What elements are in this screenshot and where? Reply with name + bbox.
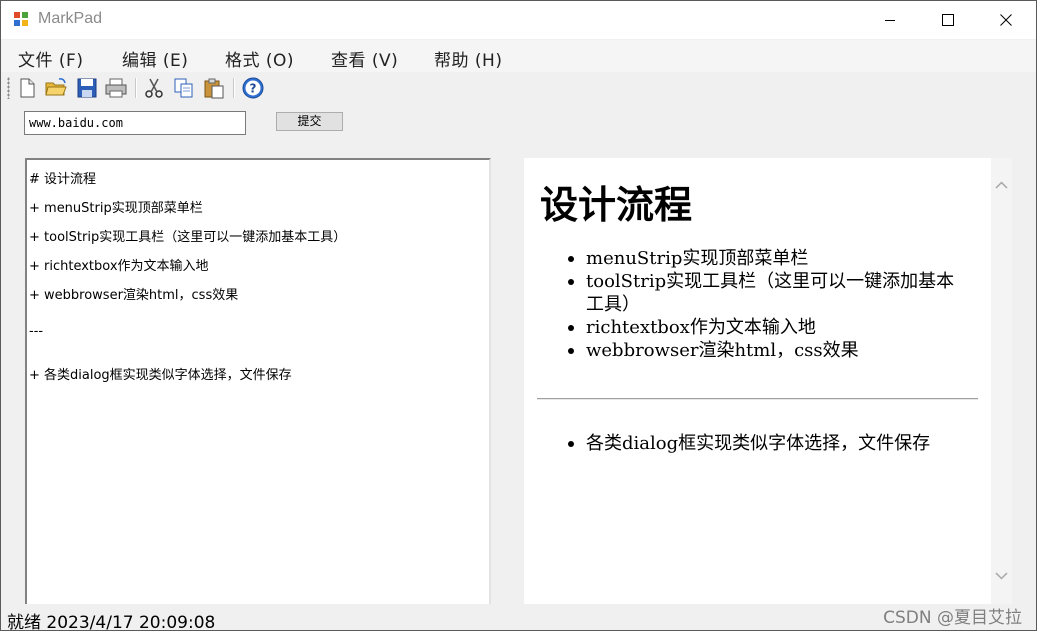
list-item: menuStrip实现顶部菜单栏 — [524, 247, 969, 270]
menu-edit[interactable]: 编辑 (E) — [122, 46, 188, 71]
cut-icon[interactable] — [142, 76, 166, 100]
copy-icon[interactable] — [172, 76, 196, 100]
svg-text:?: ? — [250, 82, 257, 96]
minimize-icon — [885, 20, 895, 21]
preview-scrollbar[interactable] — [991, 158, 1012, 604]
menu-view[interactable]: 查看 (V) — [331, 46, 398, 71]
preview-heading: 设计流程 — [540, 182, 693, 227]
save-icon[interactable] — [75, 76, 99, 100]
editor-line: + menuStrip实现顶部菜单栏 — [29, 201, 203, 216]
maximize-button[interactable] — [919, 1, 977, 39]
list-item: richtextbox作为文本输入地 — [524, 316, 969, 339]
horizontal-rule — [537, 398, 978, 400]
status-text: 就绪 2023/4/17 20:09:08 — [7, 613, 216, 631]
help-icon[interactable]: ? — [241, 76, 265, 100]
title-bar[interactable]: MarkPad — [1, 1, 1036, 39]
editor-line: + toolStrip实现工具栏（这里可以一键添加基本工具） — [29, 230, 347, 245]
status-bar: 就绪 2023/4/17 20:09:08 — [1, 606, 1036, 630]
menu-file[interactable]: 文件 (F) — [18, 46, 83, 71]
scroll-up-icon[interactable] — [994, 178, 1009, 193]
editor-line: --- — [29, 324, 44, 339]
list-item: webbrowser渲染html，css效果 — [524, 339, 969, 362]
new-file-icon[interactable] — [15, 76, 39, 100]
close-icon — [1000, 14, 1012, 26]
toolbar-separator — [135, 78, 137, 98]
open-folder-icon[interactable] — [44, 76, 68, 100]
preview-list: menuStrip实现顶部菜单栏 toolStrip实现工具栏（这里可以一键添加… — [524, 247, 969, 362]
print-icon[interactable] — [104, 76, 128, 100]
scroll-down-icon[interactable] — [994, 568, 1009, 583]
list-item: 各类dialog框实现类似字体选择，文件保存 — [524, 432, 969, 455]
close-button[interactable] — [977, 1, 1035, 39]
paste-icon[interactable] — [202, 76, 226, 100]
markdown-editor[interactable]: # 设计流程 + menuStrip实现顶部菜单栏 + toolStrip实现工… — [25, 158, 491, 604]
watermark: CSDN @夏目艾拉 — [883, 608, 1022, 628]
menu-bar: 文件 (F) 编辑 (E) 格式 (O) 查看 (V) 帮助 (H) — [1, 40, 1036, 72]
window-title: MarkPad — [38, 10, 103, 27]
toolbar: ? — [1, 72, 1036, 104]
editor-line: + richtextbox作为文本输入地 — [29, 259, 209, 274]
list-item: toolStrip实现工具栏（这里可以一键添加基本工具） — [524, 270, 969, 316]
editor-line: # 设计流程 — [29, 172, 97, 187]
editor-line: + 各类dialog框实现类似字体选择，文件保存 — [29, 368, 292, 383]
maximize-icon — [942, 14, 954, 26]
menu-help[interactable]: 帮助 (H) — [434, 46, 502, 71]
html-preview[interactable]: 设计流程 menuStrip实现顶部菜单栏 toolStrip实现工具栏（这里可… — [524, 158, 1012, 604]
minimize-button[interactable] — [861, 1, 919, 39]
editor-line: + webbrowser渲染html，css效果 — [29, 288, 239, 303]
preview-list: 各类dialog框实现类似字体选择，文件保存 — [524, 432, 969, 455]
menu-format[interactable]: 格式 (O) — [225, 46, 294, 71]
markpad-window: MarkPad 文件 (F) 编辑 (E) 格式 (O) 查看 (V) 帮助 (… — [0, 0, 1037, 631]
url-input[interactable] — [24, 111, 246, 135]
toolbar-separator — [233, 78, 235, 98]
submit-button[interactable]: 提交 — [276, 112, 343, 131]
app-icon — [14, 12, 28, 26]
toolbar-grip[interactable] — [7, 77, 10, 99]
